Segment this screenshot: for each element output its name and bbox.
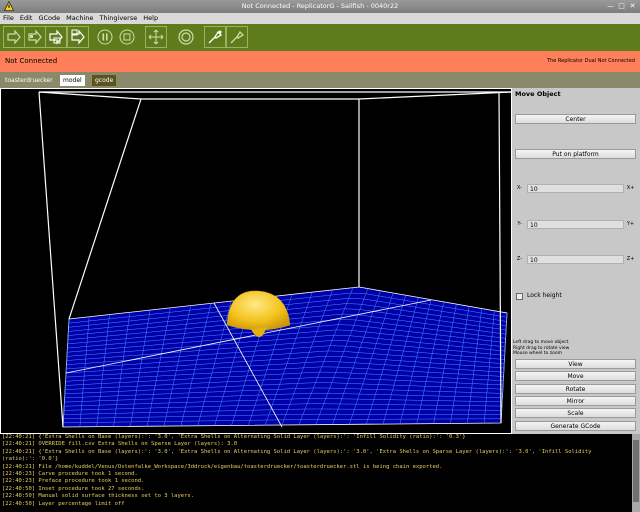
console-scrollbar[interactable] xyxy=(632,434,640,512)
panel-title: Move Object xyxy=(515,90,561,98)
view-button[interactable]: View xyxy=(515,359,636,369)
console-line: [22:40:50] Manual solid surface thicknes… xyxy=(2,493,195,500)
console-line: [22:40:23] Preface procedure took 1 seco… xyxy=(2,478,145,485)
build-to-file-icon xyxy=(49,29,63,45)
hint-zoom: Mouse wheel to zoom xyxy=(513,351,562,356)
maximize-button[interactable]: □ xyxy=(617,2,626,11)
tab-toasterdruecker[interactable]: toasterdruecker xyxy=(2,75,56,86)
console-line: [22:40:21] {'Extra Shells on Base (layer… xyxy=(2,448,592,455)
x-field[interactable]: 10 xyxy=(527,184,624,193)
put-on-platform-button[interactable]: Put on platform xyxy=(515,149,636,159)
console-line: [22:40:50] Inset procedure took 27 secon… xyxy=(2,485,145,492)
tab-model[interactable]: model xyxy=(60,75,85,86)
generate-button[interactable] xyxy=(204,26,226,48)
pause-icon xyxy=(97,29,113,45)
warning-triangle-icon xyxy=(4,1,14,11)
build-to-file-button[interactable] xyxy=(45,26,67,48)
minimize-button[interactable]: — xyxy=(606,2,615,11)
menu-help[interactable]: Help xyxy=(140,13,161,24)
console-line: [22:40:21] OVERRIDE fill.csv Extra Shell… xyxy=(2,441,238,448)
stop-button[interactable] xyxy=(116,26,138,48)
z-plus-button[interactable]: Z+ xyxy=(626,255,635,264)
stop-icon xyxy=(119,29,135,45)
z-field[interactable]: 10 xyxy=(527,255,624,264)
build-from-file-button[interactable] xyxy=(67,26,89,48)
toolbar xyxy=(0,24,640,51)
move-tool-button[interactable]: Move xyxy=(515,371,636,381)
console-line: [22:40:50] Layer percentage limit off xyxy=(2,500,125,507)
tab-gcode[interactable]: gcode xyxy=(92,75,117,86)
console-line: (ratio):': '0.0'} xyxy=(2,456,59,463)
console-log[interactable]: [22:40:21] {'Extra Shells on Base (layer… xyxy=(0,434,632,512)
build-volume-scene xyxy=(38,91,512,428)
console-scrollbar-thumb[interactable] xyxy=(633,440,639,502)
model-preview-3d[interactable] xyxy=(0,88,512,434)
console-line: [22:40:21] {'Extra Shells on Base (layer… xyxy=(2,434,466,440)
center-button[interactable]: Center xyxy=(515,114,636,124)
menu-machine[interactable]: Machine xyxy=(63,13,96,24)
machine-status: The Replicator Dual Not Connected xyxy=(547,58,635,64)
move-button[interactable] xyxy=(145,26,167,48)
console-line: [22:40:21] File /home/kuddel/Venus/Osten… xyxy=(2,463,443,470)
build-from-file-icon xyxy=(71,29,85,45)
rotate-button[interactable]: Rotate xyxy=(515,384,636,394)
scale-button[interactable]: Scale xyxy=(515,408,636,418)
y-field[interactable]: 10 xyxy=(527,220,624,229)
toggle-disconnect-button[interactable] xyxy=(226,26,248,48)
y-minus-button[interactable]: Y- xyxy=(515,220,524,229)
build-button[interactable] xyxy=(3,26,25,48)
x-plus-button[interactable]: X+ xyxy=(626,184,635,193)
toggle-disconnect-icon xyxy=(230,30,245,44)
menu-thingiverse[interactable]: Thingiverse xyxy=(96,13,140,24)
reset-icon xyxy=(178,29,194,45)
menu-file[interactable]: File xyxy=(0,13,17,24)
window-title: Not Connected - ReplicatorG - Sailfish -… xyxy=(241,2,399,10)
generate-icon xyxy=(208,30,223,44)
connection-status: Not Connected xyxy=(5,57,58,65)
console-line: [22:40:23] Carve procedure took 1 second… xyxy=(2,471,138,478)
build-icon xyxy=(7,29,21,45)
menu-edit[interactable]: Edit xyxy=(17,13,36,24)
close-button[interactable]: ✕ xyxy=(628,2,637,11)
window-titlebar: Not Connected - ReplicatorG - Sailfish -… xyxy=(0,0,640,13)
x-minus-button[interactable]: X- xyxy=(515,184,524,193)
y-plus-button[interactable]: Y+ xyxy=(626,220,635,229)
lock-height-label: Lock height xyxy=(527,292,562,299)
move-object-panel: Move Object Center Put on platform X- 10… xyxy=(512,88,640,434)
menu-gcode[interactable]: GCode xyxy=(35,13,63,24)
upload-button[interactable] xyxy=(24,26,46,48)
generate-gcode-button[interactable]: Generate GCode xyxy=(515,421,636,431)
lock-height-checkbox[interactable] xyxy=(516,293,523,300)
reset-button[interactable] xyxy=(175,26,197,48)
z-minus-button[interactable]: Z- xyxy=(515,255,524,264)
menu-bar: File Edit GCode Machine Thingiverse Help xyxy=(0,13,640,24)
tab-strip: toasterdruecker model gcode xyxy=(0,72,640,88)
connection-status-bar: Not Connected The Replicator Dual Not Co… xyxy=(0,51,640,72)
move-icon xyxy=(148,29,164,45)
upload-icon xyxy=(28,29,42,45)
mirror-button[interactable]: Mirror xyxy=(515,396,636,406)
pause-button[interactable] xyxy=(94,26,116,48)
